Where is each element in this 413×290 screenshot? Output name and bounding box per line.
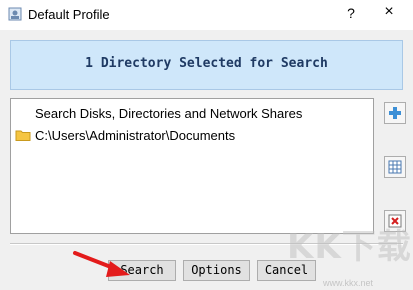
app-icon <box>8 7 22 21</box>
red-arrow-annotation <box>73 251 130 277</box>
directory-list[interactable]: Search Disks, Directories and Network Sh… <box>10 98 374 234</box>
plus-icon <box>389 107 401 119</box>
list-item[interactable]: Search Disks, Directories and Network Sh… <box>11 104 373 122</box>
grid-icon <box>388 160 402 174</box>
options-button[interactable]: Options <box>183 260 250 281</box>
folder-icon <box>15 128 31 142</box>
banner-text: 1 Directory Selected for Search <box>85 56 328 71</box>
title-bar: Default Profile ? × <box>0 0 413 30</box>
list-item-label: Search Disks, Directories and Network Sh… <box>35 106 303 121</box>
help-button[interactable]: ? <box>344 5 358 21</box>
options-button-label: Options <box>191 263 242 277</box>
select-button[interactable] <box>384 156 406 178</box>
delete-icon <box>388 214 402 228</box>
watermark-brand: KK下载 <box>287 227 412 267</box>
watermark-url: www.kkx.net <box>323 278 374 288</box>
watermark: KK下载 www.kkx.net <box>287 227 412 288</box>
selection-banner: 1 Directory Selected for Search <box>10 40 403 90</box>
window-title: Default Profile <box>28 7 110 22</box>
list-item-label: C:\Users\Administrator\Documents <box>35 128 236 143</box>
add-button[interactable] <box>384 102 406 124</box>
close-button[interactable]: × <box>381 3 397 21</box>
list-item[interactable]: C:\Users\Administrator\Documents <box>11 126 373 144</box>
